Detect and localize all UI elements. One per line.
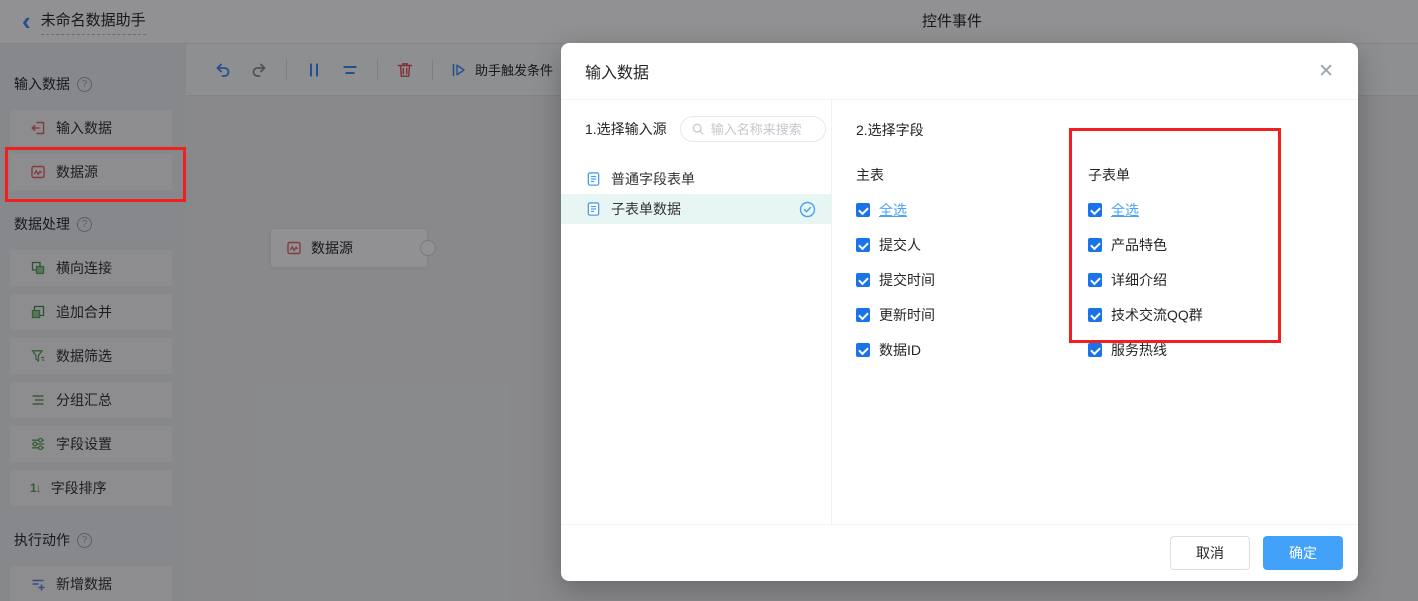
field-label: 提交时间 bbox=[879, 272, 935, 288]
field-label: 技术交流QQ群 bbox=[1111, 307, 1203, 323]
modal-footer: 取消 确定 bbox=[561, 524, 1358, 581]
checkbox-checked[interactable] bbox=[856, 308, 870, 322]
modal-title: 输入数据 bbox=[585, 65, 650, 82]
search-icon bbox=[692, 123, 704, 135]
field-checkbox-row: 全选 bbox=[856, 200, 1088, 220]
field-checkbox-row: 提交人 bbox=[856, 235, 1088, 255]
modal-header: 输入数据 ✕ bbox=[561, 43, 1358, 100]
field-columns: 主表 全选 提交人 提交时间 更新时间 数据ID 子表单 全选 产品特色 详细介… bbox=[856, 165, 1334, 375]
modal-body: 1.选择输入源 普通字 bbox=[561, 100, 1358, 524]
source-item-label: 普通字段表单 bbox=[611, 171, 695, 187]
source-item-normal-form[interactable]: 普通字段表单 bbox=[561, 164, 831, 194]
checkbox-checked[interactable] bbox=[856, 238, 870, 252]
field-checkbox-row: 提交时间 bbox=[856, 270, 1088, 290]
search-box[interactable] bbox=[679, 116, 826, 142]
checkbox-checked[interactable] bbox=[1088, 273, 1102, 287]
column-title: 主表 bbox=[856, 167, 884, 183]
field-label: 产品特色 bbox=[1111, 237, 1167, 253]
column-title: 子表单 bbox=[1088, 167, 1130, 183]
field-checkbox-row: 全选 bbox=[1088, 200, 1320, 220]
input-data-modal: 输入数据 ✕ 1.选择输入源 输入名称来搜索 普通字段表单 子表单数据 2.选择… bbox=[561, 43, 1358, 581]
checkbox-checked[interactable] bbox=[1088, 203, 1102, 217]
checkbox-checked[interactable] bbox=[856, 343, 870, 357]
field-checkbox-row: 更新时间 bbox=[856, 305, 1088, 325]
checkbox-checked[interactable] bbox=[856, 203, 870, 217]
fields-panel: 2.选择字段 主表 全选 提交人 提交时间 更新时间 数据ID 子表单 全选 产… bbox=[832, 100, 1358, 524]
source-item-subform-data[interactable]: 子表单数据 bbox=[561, 194, 831, 224]
close-icon[interactable]: ✕ bbox=[1318, 60, 1334, 83]
checkbox-checked[interactable] bbox=[1088, 308, 1102, 322]
form-doc-icon bbox=[587, 202, 600, 216]
select-all-link[interactable]: 全选 bbox=[879, 200, 907, 220]
field-label: 详细介绍 bbox=[1111, 272, 1167, 288]
source-section-label: 1.选择输入源 bbox=[585, 121, 667, 137]
selected-check-icon bbox=[799, 201, 816, 217]
field-label: 更新时间 bbox=[879, 307, 935, 323]
cancel-button[interactable]: 取消 bbox=[1170, 536, 1250, 570]
source-item-label: 子表单数据 bbox=[611, 201, 681, 217]
field-label: 数据ID bbox=[879, 342, 921, 358]
checkbox-checked[interactable] bbox=[1088, 343, 1102, 357]
field-checkbox-row: 产品特色 bbox=[1088, 235, 1320, 255]
field-label: 服务热线 bbox=[1111, 342, 1167, 358]
source-panel-header: 1.选择输入源 bbox=[561, 116, 831, 142]
field-checkbox-row: 数据ID bbox=[856, 340, 1088, 360]
field-column-subform: 子表单 全选 产品特色 详细介绍 技术交流QQ群 服务热线 bbox=[1088, 165, 1320, 375]
search-input[interactable] bbox=[710, 121, 815, 137]
fields-section-label: 2.选择字段 bbox=[856, 122, 924, 138]
app-window: ‹ 未命名数据助手 控件事件 输入数据 ? 输入数据 数据源 数据处理 ? 横向… bbox=[0, 0, 1418, 601]
field-label: 提交人 bbox=[879, 237, 921, 253]
source-panel: 1.选择输入源 普通字 bbox=[561, 100, 832, 524]
checkbox-checked[interactable] bbox=[856, 273, 870, 287]
field-checkbox-row: 服务热线 bbox=[1088, 340, 1320, 360]
checkbox-checked[interactable] bbox=[1088, 238, 1102, 252]
field-checkbox-row: 详细介绍 bbox=[1088, 270, 1320, 290]
select-all-link[interactable]: 全选 bbox=[1111, 200, 1139, 220]
form-doc-icon bbox=[587, 172, 600, 186]
field-checkbox-row: 技术交流QQ群 bbox=[1088, 305, 1320, 325]
field-column-main-table: 主表 全选 提交人 提交时间 更新时间 数据ID bbox=[856, 165, 1088, 375]
confirm-button[interactable]: 确定 bbox=[1263, 536, 1343, 570]
source-list: 普通字段表单 子表单数据 bbox=[561, 164, 831, 224]
